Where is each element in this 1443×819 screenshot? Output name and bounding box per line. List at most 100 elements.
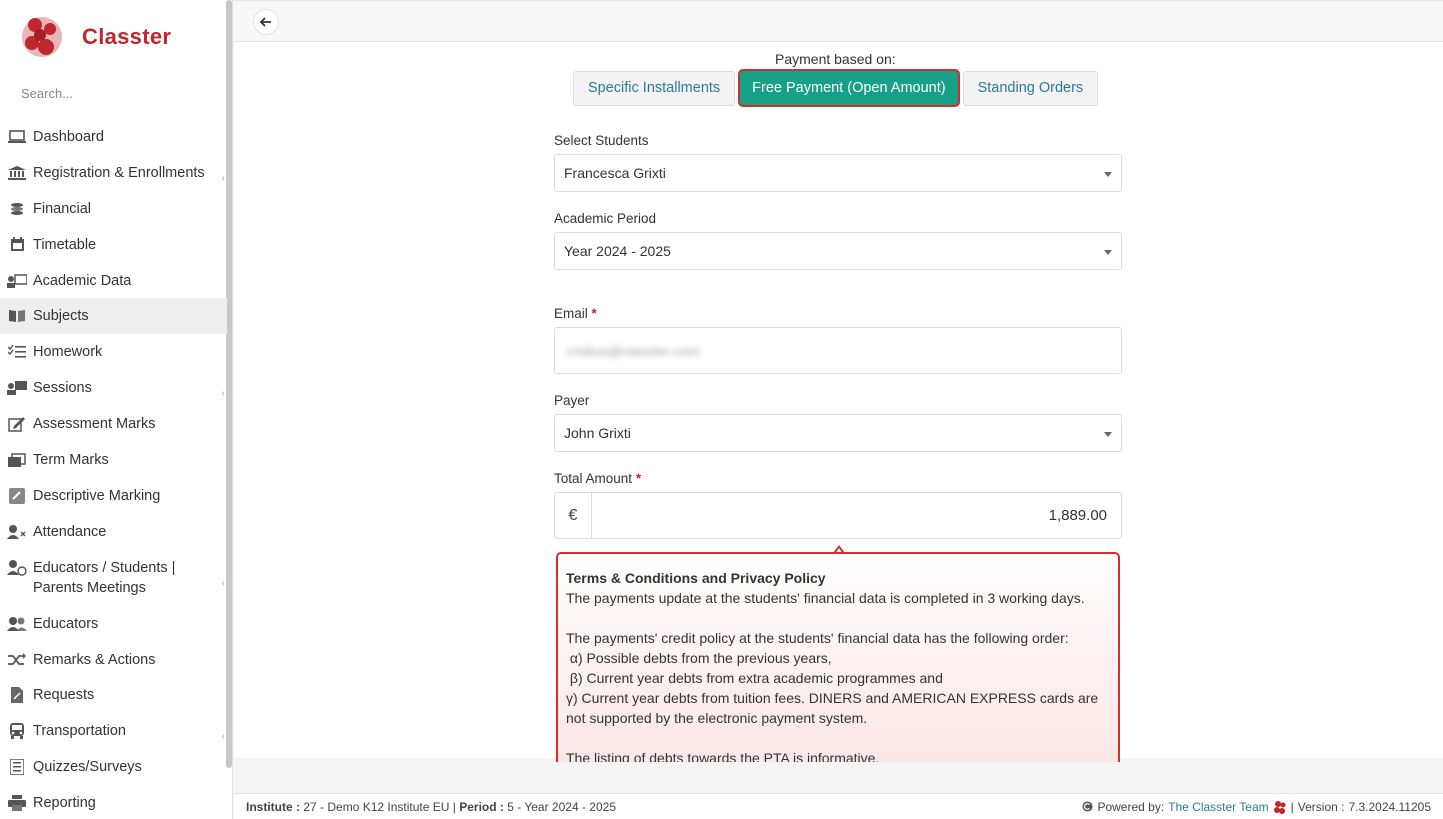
classter-team-link[interactable]: The Classter Team [1168, 800, 1268, 814]
classter-logo-icon [20, 13, 64, 61]
students-select[interactable]: Francesca Grixti [554, 154, 1122, 192]
terms-conditions-box: Terms & Conditions and Privacy Policy Th… [556, 552, 1120, 762]
app-logo[interactable]: Classter [20, 12, 171, 62]
institution-icon [7, 165, 27, 181]
sidebar-item-label: Registration & Enrollments [33, 164, 205, 181]
sidebar-item-registration[interactable]: Registration & Enrollments ‹ [0, 155, 227, 191]
coins-icon [7, 201, 27, 217]
arrow-left-icon [260, 17, 271, 27]
academic-period-label: Academic Period [554, 211, 657, 226]
sidebar-item-assessment-marks[interactable]: Assessment Marks [0, 406, 227, 442]
email-label: Email * [554, 306, 1122, 321]
tab-standing-orders[interactable]: Standing Orders [962, 70, 1099, 106]
sidebar-item-subjects[interactable]: Subjects [0, 298, 227, 335]
sidebar-item-label: Dashboard [33, 129, 104, 145]
total-amount-value: 1,889.00 [1048, 507, 1107, 524]
sidebar-item-label: Attendance [33, 523, 107, 540]
shuffle-icon [7, 652, 27, 668]
terms-spacer [566, 608, 1110, 628]
sidebar-item-label: Financial [33, 200, 92, 217]
students-label: Select Students [554, 133, 649, 148]
sidebar-item-remarks[interactable]: Remarks & Actions [0, 642, 227, 678]
sidebar-item-descriptive-marking[interactable]: Descriptive Marking [0, 478, 227, 514]
sidebar-item-sessions[interactable]: Sessions ‹ [0, 370, 227, 406]
email-field[interactable]: cridius@classter.com [554, 327, 1122, 374]
terms-paragraph: The payments' credit policy at the stude… [566, 630, 1069, 646]
institute-value: 27 - Demo K12 Institute EU [303, 799, 450, 814]
sidebar-item-attendance[interactable]: Attendance [0, 514, 227, 550]
sidebar-item-label: Transportation [33, 723, 126, 740]
main-content: Payment based on: Specific Installments … [234, 42, 1443, 762]
checklist-icon [7, 344, 27, 360]
sidebar-item-label: Homework [33, 344, 103, 361]
marking-icon [7, 487, 27, 504]
total-amount-label-text: Total Amount [554, 471, 633, 486]
top-bar [234, 0, 1443, 42]
terms-list-item: γ) Current year debts from tuition fees.… [566, 690, 1099, 726]
sidebar-item-transportation[interactable]: Transportation ‹ [0, 713, 227, 749]
edit-icon [7, 416, 27, 432]
terms-paragraph: The payments update at the students' fin… [566, 590, 1085, 606]
sidebar-item-homework[interactable]: Homework [0, 334, 227, 370]
sidebar-item-educators[interactable]: Educators [0, 606, 227, 642]
laptop-icon [7, 129, 27, 145]
academic-period-field-group: Academic Period Year 2024 - 2025 [554, 211, 1122, 270]
academic-period-select[interactable]: Year 2024 - 2025 [554, 232, 1122, 270]
version-value: 7.3.2024.11205 [1348, 799, 1431, 814]
footer: Institute : 27 - Demo K12 Institute EU |… [234, 793, 1443, 819]
calendar-icon [7, 237, 27, 253]
printer-icon [7, 795, 27, 812]
terms-spacer [566, 728, 1110, 748]
sidebar-item-label: Quizzes/Surveys [33, 759, 142, 776]
total-amount-field-group: Total Amount * € 1,889.00 [554, 471, 1122, 539]
sidebar-item-label: Term Marks [33, 452, 109, 469]
payment-type-tabs: Specific Installments Free Payment (Open… [573, 69, 1099, 107]
sidebar-item-label: Remarks & Actions [33, 651, 156, 668]
terms-list-item: α) Possible debts from the previous year… [566, 650, 832, 666]
sidebar-item-label: Assessment Marks [33, 416, 156, 433]
sidebar-item-requests[interactable]: Requests [0, 677, 227, 713]
sidebar-item-label: Requests [33, 687, 95, 704]
users-icon [7, 616, 27, 632]
presentation-icon [7, 273, 27, 289]
chevron-left-icon: ‹ [221, 172, 225, 184]
sidebar-search-input[interactable]: Search... [21, 86, 73, 101]
caret-down-icon [1104, 250, 1112, 255]
required-mark: * [591, 306, 597, 321]
sidebar-item-quizzes[interactable]: Quizzes/Surveys [0, 749, 227, 785]
powered-by-label: Powered by: [1097, 799, 1165, 814]
sidebar-item-label: Timetable [33, 236, 97, 253]
tab-free-payment[interactable]: Free Payment (Open Amount) [738, 69, 960, 107]
book-icon [7, 308, 27, 324]
sidebar-item-timetable[interactable]: Timetable [0, 227, 227, 263]
sidebar-item-label: Subjects [33, 308, 89, 325]
chevron-left-icon: ‹ [221, 388, 225, 400]
sidebar-item-label: Descriptive Marking [33, 487, 161, 504]
back-button[interactable] [253, 9, 279, 35]
sidebar-item-label: Reporting [33, 795, 96, 812]
currency-symbol: € [555, 493, 592, 538]
app-name: Classter [82, 24, 172, 49]
footer-separator: | [1290, 799, 1294, 814]
sidebar-item-academic-data[interactable]: Academic Data [0, 263, 227, 299]
email-field-group: Email * cridius@classter.com [554, 306, 1122, 374]
footer-right: Powered by: The Classter Team | Version … [1082, 800, 1431, 814]
academic-period-select-value: Year 2024 - 2025 [564, 243, 671, 259]
chevron-left-icon: ‹ [221, 577, 225, 589]
payer-field-group: Payer John Grixti [554, 393, 1122, 452]
payment-based-on-label: Payment based on: [775, 51, 896, 67]
caret-down-icon [1104, 432, 1112, 437]
sidebar-item-dashboard[interactable]: Dashboard [0, 119, 227, 155]
period-value: 5 - Year 2024 - 2025 [507, 799, 616, 814]
total-amount-input[interactable]: € 1,889.00 [554, 492, 1122, 539]
payer-select[interactable]: John Grixti [554, 414, 1122, 452]
required-mark: * [635, 471, 642, 486]
sidebar-item-meetings[interactable]: Educators / Students | Parents Meetings … [0, 550, 227, 606]
sidebar-item-term-marks[interactable]: Term Marks [0, 442, 227, 478]
terms-list-item: β) Current year debts from extra academi… [566, 670, 943, 686]
payer-select-value: John Grixti [564, 425, 631, 441]
sidebar-item-reporting[interactable]: Reporting [0, 785, 227, 819]
tab-specific-installments[interactable]: Specific Installments [573, 70, 736, 106]
sidebar-item-label: Academic Data [33, 272, 132, 289]
sidebar-item-financial[interactable]: Financial [0, 191, 227, 227]
